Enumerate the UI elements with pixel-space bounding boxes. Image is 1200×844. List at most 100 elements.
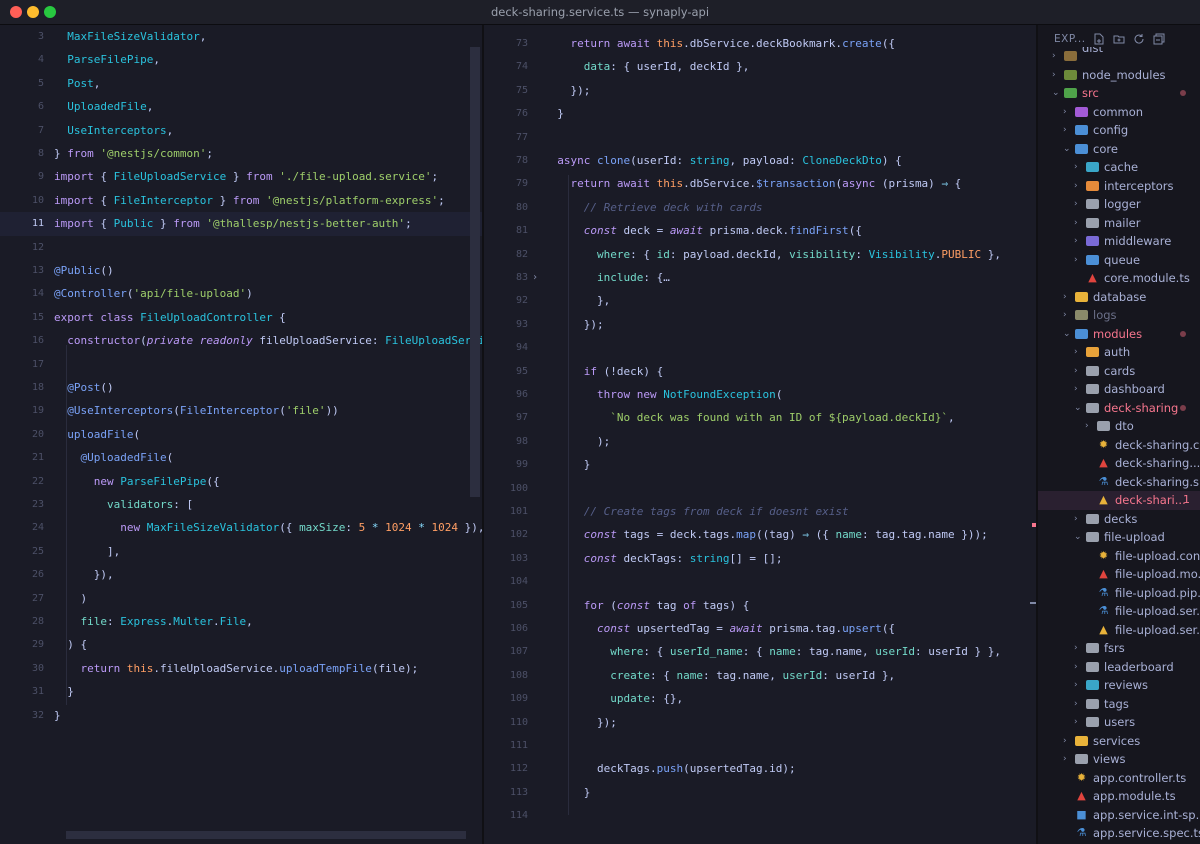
code-line[interactable]: 77 xyxy=(484,126,1038,149)
chevron-right-icon[interactable]: › xyxy=(1074,510,1084,529)
chevron-right-icon[interactable]: › xyxy=(1074,713,1084,732)
code-line[interactable]: 25 ], xyxy=(0,540,482,563)
tree-folder-item[interactable]: › decks xyxy=(1038,510,1200,529)
tree-folder-item[interactable]: › common xyxy=(1038,103,1200,122)
tree-folder-item[interactable]: › interceptors xyxy=(1038,177,1200,196)
chevron-down-icon[interactable]: ⌄ xyxy=(1074,528,1084,547)
chevron-right-icon[interactable]: › xyxy=(1063,121,1073,140)
chevron-right-icon[interactable]: › xyxy=(1063,288,1073,307)
tree-file-item[interactable]: ▲ file-upload.ser... xyxy=(1038,621,1200,640)
code-line[interactable]: 24 new MaxFileSizeValidator({ maxSize: 5… xyxy=(0,516,482,539)
tree-file-item[interactable]: ▲ deck-shari... 1 xyxy=(1038,491,1200,510)
code-line[interactable]: 32} xyxy=(0,704,482,727)
collapse-all-icon[interactable] xyxy=(1153,33,1165,45)
tree-folder-item[interactable]: › logs xyxy=(1038,306,1200,325)
tree-folder-item[interactable]: › leaderboard xyxy=(1038,658,1200,677)
code-line[interactable]: 28 file: Express.Multer.File, xyxy=(0,610,482,633)
tree-folder-item[interactable]: › tags xyxy=(1038,695,1200,714)
tree-folder-item[interactable]: › cache xyxy=(1038,158,1200,177)
chevron-down-icon[interactable]: ⌄ xyxy=(1063,325,1073,344)
chevron-right-icon[interactable]: › xyxy=(1074,251,1084,270)
code-line[interactable]: 29 ) { xyxy=(0,633,482,656)
tree-file-item[interactable]: ✹ app.controller.ts xyxy=(1038,769,1200,788)
code-line[interactable]: 74 data: { userId, deckId }, xyxy=(484,55,1038,78)
tree-file-item[interactable]: ▲ file-upload.mo... xyxy=(1038,565,1200,584)
chevron-right-icon[interactable]: › xyxy=(1074,658,1084,677)
tree-folder-item[interactable]: › node_modules xyxy=(1038,66,1200,85)
tree-folder-item[interactable]: › views xyxy=(1038,750,1200,769)
chevron-right-icon[interactable]: › xyxy=(1063,750,1073,769)
tree-file-item[interactable]: ▲ deck-sharing.... xyxy=(1038,454,1200,473)
chevron-right-icon[interactable]: › xyxy=(1074,676,1084,695)
code-line[interactable]: 12 xyxy=(0,236,482,259)
tree-folder-item[interactable]: › dto xyxy=(1038,417,1200,436)
chevron-right-icon[interactable]: › xyxy=(1074,695,1084,714)
code-line[interactable]: 78 async clone(userId: string, payload: … xyxy=(484,149,1038,172)
tree-file-item[interactable]: ■ app.service.int-sp... xyxy=(1038,806,1200,825)
tree-folder-item[interactable]: › dist xyxy=(1038,47,1200,66)
code-line[interactable]: 30 return this.fileUploadService.uploadT… xyxy=(0,657,482,680)
code-line[interactable]: 31 } xyxy=(0,680,482,703)
code-line[interactable]: 10 import { FileInterceptor } from '@nest… xyxy=(0,189,482,212)
chevron-right-icon[interactable]: › xyxy=(1063,103,1073,122)
tree-file-item[interactable]: ▲ app.module.ts xyxy=(1038,787,1200,806)
code-line[interactable]: 21 @UploadedFile( xyxy=(0,446,482,469)
tree-folder-item[interactable]: ⌄ modules xyxy=(1038,325,1200,344)
tree-folder-item[interactable]: › auth xyxy=(1038,343,1200,362)
code-line[interactable]: 16 constructor(private readonly fileUplo… xyxy=(0,329,482,352)
code-line[interactable]: 18 @Post() xyxy=(0,376,482,399)
new-file-icon[interactable] xyxy=(1093,33,1105,45)
code-line[interactable]: 76 } xyxy=(484,102,1038,125)
tree-folder-item[interactable]: ⌄ deck-sharing xyxy=(1038,399,1200,418)
code-line[interactable]: 23 validators: [ xyxy=(0,493,482,516)
chevron-down-icon[interactable]: ⌄ xyxy=(1052,84,1062,103)
chevron-right-icon[interactable]: › xyxy=(1074,639,1084,658)
chevron-right-icon[interactable]: › xyxy=(1074,214,1084,233)
new-folder-icon[interactable] xyxy=(1113,33,1125,45)
tree-file-item[interactable]: ▲ core.module.ts xyxy=(1038,269,1200,288)
code-line[interactable]: 5 Post, xyxy=(0,72,482,95)
tree-folder-item[interactable]: › cards xyxy=(1038,362,1200,381)
chevron-right-icon[interactable]: › xyxy=(1063,732,1073,751)
code-line[interactable]: 26 }), xyxy=(0,563,482,586)
code-line[interactable]: 22 new ParseFilePipe({ xyxy=(0,470,482,493)
tree-folder-item[interactable]: › logger xyxy=(1038,195,1200,214)
tree-folder-item[interactable]: ⌄ core xyxy=(1038,140,1200,159)
tree-folder-item[interactable]: › database xyxy=(1038,288,1200,307)
right-editor-pane[interactable]: 73 return await this.dbService.deckBookm… xyxy=(484,25,1038,844)
code-line[interactable]: 8} from '@nestjs/common'; xyxy=(0,142,482,165)
tree-folder-item[interactable]: › queue xyxy=(1038,251,1200,270)
chevron-right-icon[interactable]: › xyxy=(1074,158,1084,177)
code-line[interactable]: 20 uploadFile( xyxy=(0,423,482,446)
tree-file-item[interactable]: ⚗ app.service.spec.ts xyxy=(1038,824,1200,843)
code-line[interactable]: 11 import { Public } from '@thallesp/nest… xyxy=(0,212,482,236)
chevron-right-icon[interactable]: › xyxy=(1074,380,1084,399)
refresh-icon[interactable] xyxy=(1133,33,1145,45)
code-line[interactable]: 14 @Controller('api/file-upload') xyxy=(0,282,482,305)
tree-file-item[interactable]: ✹ file-upload.con... xyxy=(1038,547,1200,566)
tree-file-item[interactable]: ⚗ file-upload.ser... xyxy=(1038,602,1200,621)
code-line[interactable]: 27 ) xyxy=(0,587,482,610)
code-line[interactable]: 75 }); xyxy=(484,79,1038,102)
left-editor-pane[interactable]: 3 MaxFileSizeValidator, 4 ParseFilePipe, 5… xyxy=(0,25,482,844)
tree-folder-item[interactable]: › dashboard xyxy=(1038,380,1200,399)
code-line[interactable]: 13 @Public() xyxy=(0,259,482,282)
scrollbar-thumb[interactable] xyxy=(470,47,480,497)
tree-file-item[interactable]: ⚗ file-upload.pip... xyxy=(1038,584,1200,603)
horizontal-scrollbar[interactable] xyxy=(66,831,466,839)
tree-folder-item[interactable]: › services xyxy=(1038,732,1200,751)
chevron-right-icon[interactable]: › xyxy=(1063,306,1073,325)
chevron-down-icon[interactable]: ⌄ xyxy=(1074,399,1084,418)
tree-file-item[interactable]: ✹ deck-sharing.c... xyxy=(1038,436,1200,455)
code-line[interactable]: 17 xyxy=(0,353,482,376)
tree-folder-item[interactable]: › config xyxy=(1038,121,1200,140)
chevron-right-icon[interactable]: › xyxy=(1074,232,1084,251)
code-line[interactable]: 15 export class FileUploadController { xyxy=(0,306,482,329)
tree-folder-item[interactable]: › users xyxy=(1038,713,1200,732)
code-line[interactable]: 6 UploadedFile, xyxy=(0,95,482,118)
code-line[interactable]: 7 UseInterceptors, xyxy=(0,119,482,142)
code-line[interactable]: 9 import { FileUploadService } from './fi… xyxy=(0,165,482,188)
tree-file-item[interactable]: ⚗ deck-sharing.s... xyxy=(1038,473,1200,492)
tree-folder-item[interactable]: › middleware xyxy=(1038,232,1200,251)
tree-folder-item[interactable]: › mailer xyxy=(1038,214,1200,233)
